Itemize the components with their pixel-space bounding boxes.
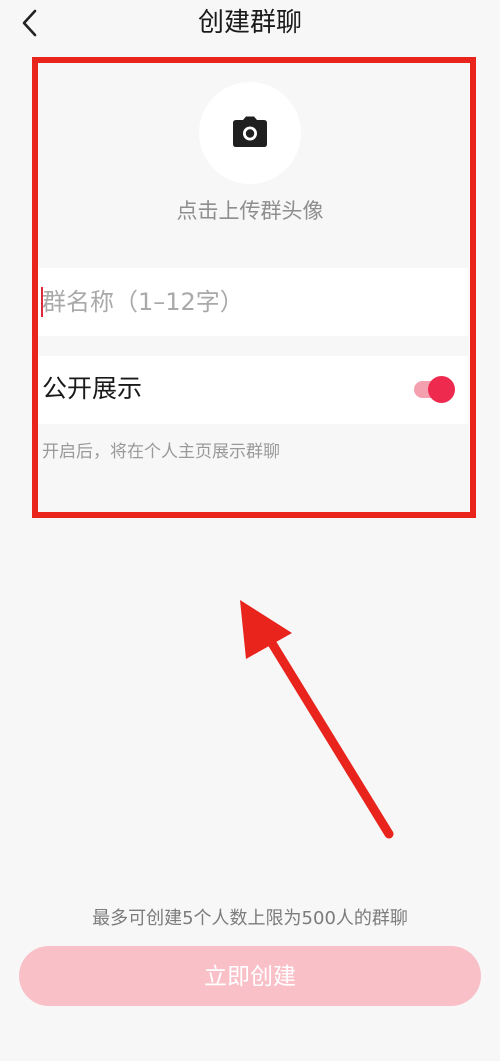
upload-avatar-label: 点击上传群头像	[176, 199, 324, 223]
group-limit-note: 最多可创建5个人数上限为500人的群聊	[92, 908, 408, 929]
header-bar: 创建群聊	[0, 0, 500, 48]
public-display-hint: 开启后，将在个人主页展示群聊	[42, 442, 280, 462]
public-display-label: 公开展示	[42, 374, 143, 403]
page-title: 创建群聊	[197, 8, 302, 38]
public-display-toggle[interactable]	[414, 374, 456, 404]
toggle-knob	[428, 376, 455, 403]
create-now-label: 立即创建	[204, 963, 296, 989]
group-name-input[interactable]	[42, 282, 452, 322]
public-display-row: 公开展示	[38, 356, 468, 424]
camera-icon	[233, 116, 267, 147]
group-avatar-upload[interactable]	[199, 82, 301, 184]
group-name-field[interactable]	[38, 268, 468, 336]
create-now-button[interactable]: 立即创建	[19, 946, 481, 1006]
